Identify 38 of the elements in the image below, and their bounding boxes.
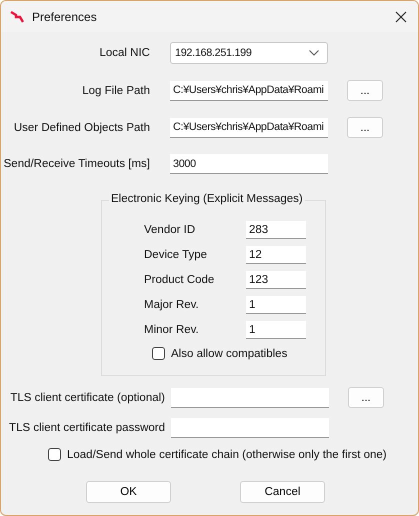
- browse-button[interactable]: ...: [348, 387, 384, 408]
- dropdown[interactable]: 192.168.251.199: [170, 42, 328, 64]
- input-field[interactable]: 1: [246, 321, 306, 339]
- field-label: TLS client certificate password: [9, 422, 165, 434]
- field-label: Product Code: [144, 274, 216, 286]
- field-label: TLS client certificate (optional): [10, 392, 165, 404]
- field-label: Minor Rev.: [144, 324, 200, 336]
- input-field[interactable]: 3000: [170, 154, 328, 174]
- browse-button[interactable]: ...: [347, 80, 383, 101]
- input-field[interactable]: [171, 418, 329, 438]
- checkbox[interactable]: [48, 448, 61, 461]
- field-label: User Defined Objects Path: [14, 122, 150, 134]
- group-title: Electronic Keying (Explicit Messages): [109, 193, 305, 205]
- input-field[interactable]: 283: [246, 221, 306, 239]
- field-label: Log File Path: [82, 84, 150, 96]
- input-field[interactable]: 123: [246, 271, 306, 289]
- checkbox-option[interactable]: Load/Send whole certificate chain (otherwise only the first one): [48, 448, 418, 461]
- close-icon: [395, 10, 407, 22]
- dialog-button[interactable]: Cancel: [240, 481, 325, 503]
- dialog-button[interactable]: OK: [86, 481, 171, 503]
- checkbox[interactable]: [152, 347, 165, 360]
- input-field[interactable]: C:¥Users¥chris¥AppData¥Roami: [170, 118, 328, 138]
- checkbox-label: Also allow compatibles: [171, 348, 288, 360]
- field-label: Device Type: [144, 249, 208, 261]
- field-label: Major Rev.: [144, 299, 200, 311]
- input-field[interactable]: C:¥Users¥chris¥AppData¥Roami: [170, 80, 328, 100]
- field-label: Send/Receive Timeouts [ms]: [4, 158, 150, 170]
- browse-button[interactable]: ...: [347, 117, 383, 138]
- checkbox-label: Load/Send whole certificate chain (otherwise only the first one): [67, 448, 387, 460]
- window-title: Preferences: [32, 10, 98, 24]
- app-logo-icon: [10, 10, 24, 22]
- field-label: Vendor ID: [144, 224, 196, 236]
- checkbox-option[interactable]: Also allow compatibles: [152, 347, 325, 360]
- chevron-down-icon: [309, 50, 319, 56]
- field-label: Local NIC: [100, 47, 150, 59]
- input-field[interactable]: 1: [246, 296, 306, 314]
- input-field[interactable]: [171, 388, 329, 408]
- input-field[interactable]: 12: [246, 246, 306, 264]
